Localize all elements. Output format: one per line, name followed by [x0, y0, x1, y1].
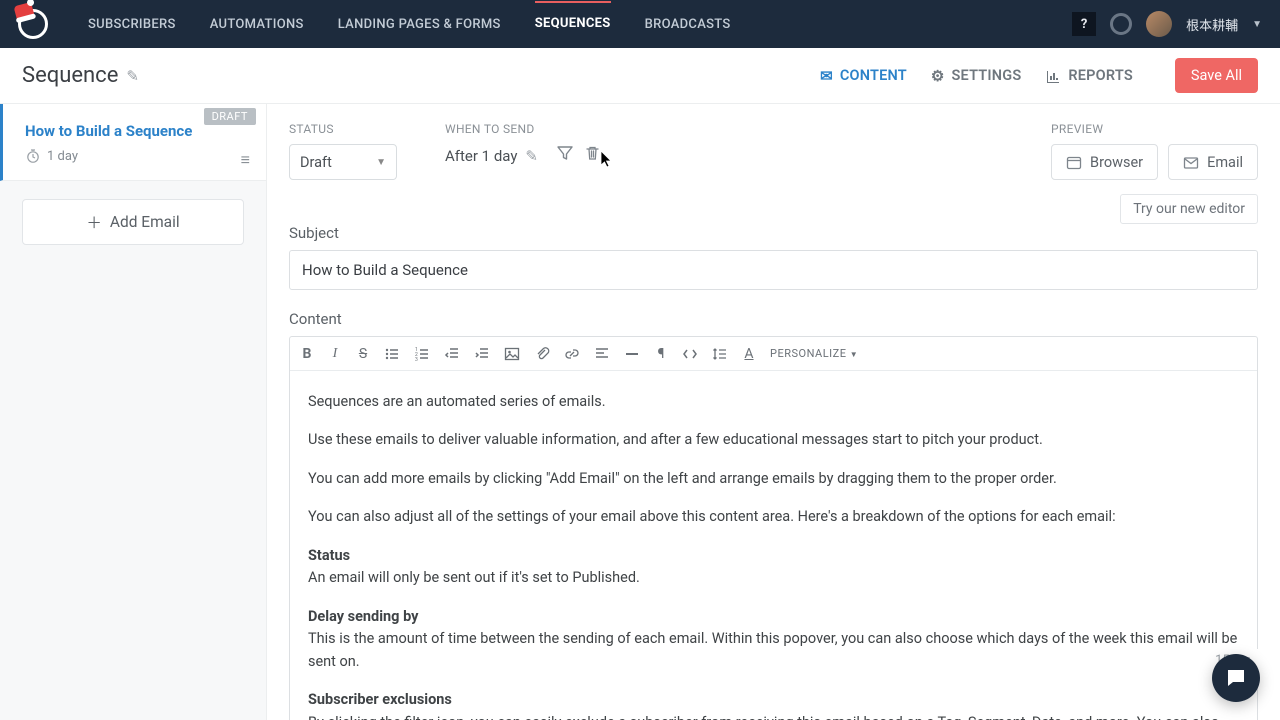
when-value: After 1 day: [445, 147, 517, 165]
ol-button[interactable]: 123: [414, 345, 430, 361]
envelope-icon: [1183, 153, 1199, 170]
para: Use these emails to deliver valuable inf…: [308, 429, 1239, 451]
tab-settings-label: SETTINGS: [952, 67, 1022, 84]
status-group: STATUS Draft ▼: [289, 122, 397, 180]
content-area: STATUS Draft ▼ WHEN TO SEND After 1 day …: [267, 104, 1280, 720]
strike-button[interactable]: S: [356, 346, 370, 362]
top-nav: SUBSCRIBERS AUTOMATIONS LANDING PAGES & …: [0, 0, 1280, 48]
santa-hat-icon: [13, 2, 34, 20]
save-all-button[interactable]: Save All: [1175, 58, 1258, 93]
preview-group: PREVIEW Browser Email: [1051, 122, 1258, 180]
sidebar: DRAFT How to Build a Sequence 1 day ≡ ＋ …: [0, 104, 267, 720]
status-select[interactable]: Draft ▼: [289, 144, 397, 180]
rich-text-editor: B I S 123 ¶ A PERSONALIZE ▼ Sequences ar: [289, 336, 1258, 720]
tab-content[interactable]: ✉ CONTENT: [820, 67, 907, 85]
trash-icon[interactable]: [584, 145, 601, 167]
align-button[interactable]: [594, 345, 610, 361]
nav-links: SUBSCRIBERS AUTOMATIONS LANDING PAGES & …: [88, 2, 731, 47]
mouse-cursor-icon: [600, 150, 614, 172]
chevron-down-icon: ▼: [850, 350, 858, 359]
chat-widget-button[interactable]: [1212, 654, 1260, 702]
edit-title-icon[interactable]: ✎: [126, 67, 139, 85]
status-value: Draft: [300, 154, 332, 171]
subject-input[interactable]: [289, 250, 1258, 290]
status-label: STATUS: [289, 122, 397, 136]
svg-text:3: 3: [415, 357, 418, 362]
when-label: WHEN TO SEND: [445, 122, 601, 136]
help-button[interactable]: ?: [1072, 12, 1096, 36]
page-title: Sequence: [22, 63, 118, 88]
chevron-down-icon: ▼: [376, 157, 386, 168]
italic-button[interactable]: I: [328, 346, 342, 362]
para: Sequences are an automated series of ema…: [308, 391, 1239, 413]
code-button[interactable]: [682, 345, 698, 361]
subject-label: Subject: [289, 224, 1258, 242]
bold-button[interactable]: B: [300, 346, 314, 362]
para: You can also adjust all of the settings …: [308, 506, 1239, 528]
nav-automations[interactable]: AUTOMATIONS: [210, 2, 304, 47]
chart-icon: [1045, 66, 1061, 84]
preview-email-label: Email: [1207, 154, 1243, 171]
hr-button[interactable]: [624, 345, 640, 361]
preview-label: PREVIEW: [1051, 122, 1258, 136]
page-tabs: ✉ CONTENT ⚙ SETTINGS REPORTS Save All: [820, 58, 1258, 93]
tab-reports[interactable]: REPORTS: [1045, 66, 1133, 84]
content-label: Content: [289, 310, 1258, 328]
main: DRAFT How to Build a Sequence 1 day ≡ ＋ …: [0, 104, 1280, 720]
clock-icon: [25, 148, 41, 164]
nav-landing-pages[interactable]: LANDING PAGES & FORMS: [338, 2, 501, 47]
gear-icon: ⚙: [931, 67, 945, 85]
lineheight-button[interactable]: [712, 345, 728, 361]
indent-button[interactable]: [474, 345, 490, 361]
topnav-right: ? 根本耕輔 ▼: [1072, 11, 1262, 37]
editor-body[interactable]: Sequences are an automated series of ema…: [290, 371, 1257, 720]
card-menu-icon[interactable]: ≡: [241, 150, 250, 170]
section: StatusAn email will only be sent out if …: [308, 545, 1239, 590]
when-to-send[interactable]: After 1 day ✎: [445, 144, 601, 167]
username[interactable]: 根本耕輔: [1186, 15, 1238, 34]
image-button[interactable]: [504, 345, 520, 361]
when-group: WHEN TO SEND After 1 day ✎: [445, 122, 601, 167]
chevron-down-icon[interactable]: ▼: [1252, 19, 1262, 30]
draft-chip: DRAFT: [204, 108, 256, 125]
filter-icon[interactable]: [556, 144, 574, 167]
add-email-button[interactable]: ＋ Add Email: [22, 199, 244, 245]
section: Delay sending byThis is the amount of ti…: [308, 606, 1239, 673]
envelope-icon: ✉: [820, 67, 833, 85]
preview-browser-label: Browser: [1090, 154, 1143, 171]
nav-subscribers[interactable]: SUBSCRIBERS: [88, 2, 176, 47]
app-logo[interactable]: [18, 9, 48, 39]
plus-icon: ＋: [86, 211, 102, 233]
avatar[interactable]: [1146, 11, 1172, 37]
page-header: Sequence ✎ ✉ CONTENT ⚙ SETTINGS REPORTS …: [0, 48, 1280, 104]
link-button[interactable]: [564, 345, 580, 361]
tab-reports-label: REPORTS: [1068, 67, 1133, 84]
loading-ring-icon: [1110, 13, 1132, 35]
personalize-button[interactable]: PERSONALIZE ▼: [770, 347, 858, 360]
textcolor-button[interactable]: A: [742, 346, 756, 362]
editor-header-row: STATUS Draft ▼ WHEN TO SEND After 1 day …: [289, 122, 1258, 180]
attachment-button[interactable]: [534, 345, 550, 361]
section: Subscriber exclusionsBy clicking the fil…: [308, 689, 1239, 720]
email-card-meta: 1 day: [25, 148, 244, 164]
nav-broadcasts[interactable]: BROADCASTS: [645, 2, 731, 47]
email-card-delay: 1 day: [47, 149, 78, 164]
tab-content-label: CONTENT: [840, 67, 907, 84]
browser-icon: [1066, 153, 1082, 170]
try-new-editor-button[interactable]: Try our new editor: [1120, 194, 1258, 224]
tab-settings[interactable]: ⚙ SETTINGS: [931, 67, 1022, 85]
para: You can add more emails by clicking "Add…: [308, 468, 1239, 490]
email-card[interactable]: DRAFT How to Build a Sequence 1 day ≡: [0, 104, 266, 181]
add-email-label: Add Email: [110, 213, 180, 231]
outdent-button[interactable]: [444, 345, 460, 361]
ul-button[interactable]: [384, 345, 400, 361]
editor-toolbar: B I S 123 ¶ A PERSONALIZE ▼: [290, 337, 1257, 371]
preview-browser-button[interactable]: Browser: [1051, 144, 1158, 180]
edit-when-icon[interactable]: ✎: [525, 147, 538, 165]
paragraph-button[interactable]: ¶: [654, 346, 668, 362]
nav-sequences[interactable]: SEQUENCES: [535, 1, 611, 47]
preview-email-button[interactable]: Email: [1168, 144, 1258, 180]
